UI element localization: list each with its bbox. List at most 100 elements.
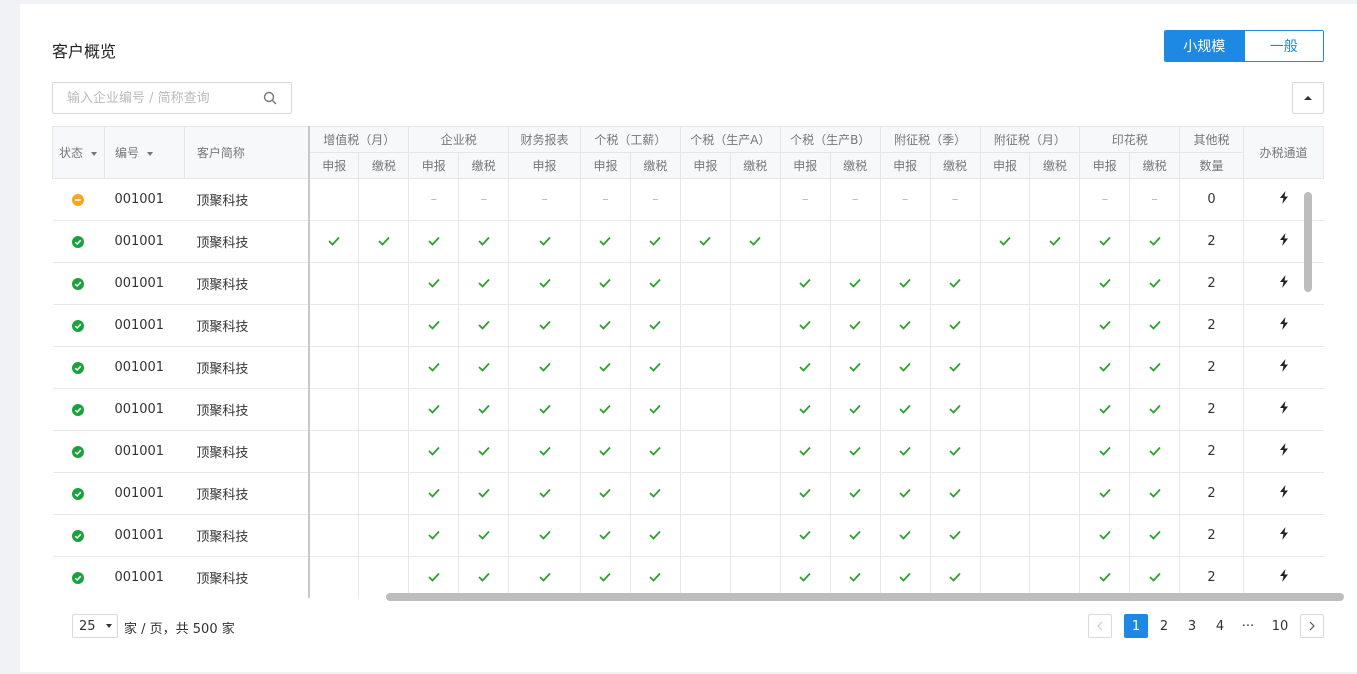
customer-name[interactable]: 顶聚科技 <box>184 430 311 473</box>
filter-caret-icon[interactable] <box>146 151 153 156</box>
tax-status-cell <box>980 388 1031 431</box>
tax-status-cell <box>880 304 931 347</box>
check-icon <box>649 444 662 460</box>
check-icon <box>1099 444 1111 460</box>
page-button[interactable]: 1 <box>1124 614 1148 638</box>
status-cell <box>52 472 105 515</box>
customer-code: 001001 <box>104 304 185 347</box>
tax-status-cell <box>730 556 781 598</box>
lightning-icon[interactable] <box>1279 233 1289 250</box>
table-row[interactable]: 001001 顶聚科技 2 <box>52 556 1324 598</box>
table-row[interactable]: 001001 顶聚科技 – – – – – – – – – – – 0 <box>52 178 1324 221</box>
tax-status-cell <box>680 514 731 557</box>
lightning-icon[interactable] <box>1279 443 1289 460</box>
horizontal-scrollbar[interactable] <box>386 593 1344 601</box>
customer-name[interactable]: 顶聚科技 <box>184 388 311 431</box>
page-button[interactable]: 10 <box>1264 614 1296 638</box>
check-icon <box>849 360 861 376</box>
collapse-button[interactable] <box>1292 82 1324 114</box>
lightning-icon[interactable] <box>1279 317 1289 334</box>
status-cell <box>52 430 105 473</box>
header-code[interactable]: 编号 <box>103 126 185 179</box>
tax-status-cell <box>1029 472 1081 515</box>
check-icon <box>999 234 1011 250</box>
check-icon <box>649 570 662 586</box>
tax-status-cell <box>730 304 781 347</box>
table-row[interactable]: 001001 顶聚科技 2 <box>52 388 1324 431</box>
page-button[interactable]: 3 <box>1180 614 1204 638</box>
check-icon <box>899 444 911 460</box>
table-row[interactable]: 001001 顶聚科技 2 <box>52 220 1324 263</box>
tax-status-cell <box>358 430 410 473</box>
tax-status-cell <box>930 514 981 557</box>
customer-name[interactable]: 顶聚科技 <box>184 262 311 305</box>
table-row[interactable]: 001001 顶聚科技 2 <box>52 304 1324 347</box>
toggle-general[interactable]: 一般 <box>1243 31 1323 61</box>
lightning-icon[interactable] <box>1279 569 1289 586</box>
customer-name[interactable]: 顶聚科技 <box>184 346 311 389</box>
tax-status-cell <box>1079 304 1131 347</box>
tax-status-cell: – <box>458 178 510 221</box>
customer-code: 001001 <box>104 514 185 557</box>
customer-code: 001001 <box>104 178 185 221</box>
table-row[interactable]: 001001 顶聚科技 2 <box>52 514 1324 557</box>
tax-status-cell <box>580 556 631 598</box>
prev-page-button[interactable] <box>1088 614 1112 638</box>
customer-name[interactable]: 顶聚科技 <box>184 220 311 263</box>
next-page-button[interactable] <box>1300 614 1324 638</box>
tax-status-cell <box>830 262 881 305</box>
search-input[interactable] <box>67 90 263 106</box>
page-button[interactable]: 4 <box>1208 614 1232 638</box>
lightning-icon[interactable] <box>1279 401 1289 418</box>
check-icon <box>849 402 861 418</box>
table-row[interactable]: 001001 顶聚科技 2 <box>52 346 1324 389</box>
customer-name[interactable]: 顶聚科技 <box>184 514 311 557</box>
dash-icon: – <box>602 192 609 207</box>
header-status[interactable]: 状态 <box>52 126 105 179</box>
header-group-5: 个税（生产B） <box>779 126 881 153</box>
header-declare: 申报 <box>580 152 631 179</box>
customer-name[interactable]: 顶聚科技 <box>184 556 311 598</box>
table-row[interactable]: 001001 顶聚科技 2 <box>52 430 1324 473</box>
page-size-select[interactable]: 25 <box>72 614 118 638</box>
page-button[interactable]: 2 <box>1152 614 1176 638</box>
check-icon <box>949 318 961 334</box>
dash-icon: – <box>652 192 659 207</box>
tax-status-cell <box>880 514 931 557</box>
check-icon <box>899 318 911 334</box>
lightning-icon[interactable] <box>1279 359 1289 376</box>
tax-status-cell <box>309 220 360 263</box>
check-icon <box>1149 486 1161 502</box>
tax-status-cell <box>358 556 410 598</box>
check-icon <box>849 318 861 334</box>
search-icon[interactable] <box>263 91 277 105</box>
tax-status-cell <box>630 388 681 431</box>
table-row[interactable]: 001001 顶聚科技 2 <box>52 472 1324 515</box>
customer-name[interactable]: 顶聚科技 <box>184 304 311 347</box>
check-icon <box>649 486 662 502</box>
tax-status-cell <box>680 430 731 473</box>
tax-status-cell <box>680 178 731 221</box>
customer-name[interactable]: 顶聚科技 <box>184 178 311 221</box>
channel-cell <box>1243 430 1324 473</box>
lightning-icon[interactable] <box>1279 527 1289 544</box>
lightning-icon[interactable] <box>1279 485 1289 502</box>
tax-status-cell <box>580 220 631 263</box>
header-declare: 申报 <box>308 152 360 179</box>
header-group-9: 其他税 <box>1179 126 1244 153</box>
vertical-scrollbar[interactable] <box>1304 192 1312 292</box>
header-declare: 申报 <box>1079 152 1131 179</box>
toggle-small-scale[interactable]: 小规模 <box>1165 31 1244 61</box>
lightning-icon[interactable] <box>1279 275 1289 292</box>
filter-caret-icon[interactable] <box>91 151 98 156</box>
status-cell <box>52 346 105 389</box>
check-icon <box>949 486 961 502</box>
tax-status-cell <box>630 514 681 557</box>
customer-name[interactable]: 顶聚科技 <box>184 472 311 515</box>
table-row[interactable]: 001001 顶聚科技 2 <box>52 262 1324 305</box>
channel-cell <box>1243 556 1324 598</box>
check-icon <box>478 360 490 376</box>
lightning-icon[interactable] <box>1279 191 1289 208</box>
tax-status-cell <box>930 304 981 347</box>
tax-status-cell <box>408 220 460 263</box>
